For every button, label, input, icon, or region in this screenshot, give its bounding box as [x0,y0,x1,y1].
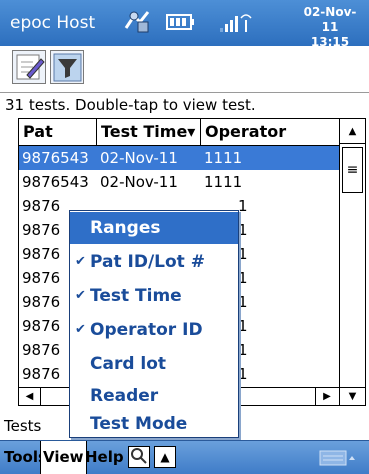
grid-header: Pat Test Time▾ Operator [19,119,339,146]
menu-item-label: Pat ID/Lot # [90,252,205,272]
cell-operator: 1111 [204,149,243,167]
cell-operator: 1 [238,293,248,311]
signal-icon[interactable] [218,12,254,38]
checkmark-icon: ✔ [75,254,86,269]
menu-view[interactable]: View [40,441,87,474]
menu-item-label: Reader [90,386,159,406]
menu-item-card-lot[interactable]: Card lot [70,347,238,381]
menu-item-test-mode[interactable]: Test Mode [70,407,238,441]
scroll-thumb[interactable]: ≡ [342,147,363,193]
cell-test-time: 02-Nov-11 [100,149,178,167]
cell-operator: 1 [238,317,248,335]
column-header-pat[interactable]: Pat [19,119,97,145]
scroll-left-icon[interactable]: ◀ [19,388,41,405]
cell-operator: 1 [238,341,248,359]
menu-item-label: Test Mode [90,414,188,434]
filter-button[interactable] [50,50,84,84]
menu-item-operator-id[interactable]: ✔ Operator ID [70,313,238,347]
menu-item-label: Operator ID [90,320,203,340]
hint-text: 31 tests. Double-tap to view test. [0,92,369,118]
cell-pat: 9876543 [22,149,89,167]
column-header-operator[interactable]: Operator [201,119,339,145]
clock-date: 02-Nov-11 [303,5,357,34]
battery-icon[interactable] [166,12,196,36]
scroll-right-icon[interactable]: ▶ [315,388,338,405]
menu-item-label: Test Time [90,286,182,306]
checkmark-icon: ✔ [75,322,86,337]
title-bar: epoc Host 02-Nov-11 13:15 [0,0,369,49]
table-row[interactable]: 9876543 02-Nov-11 1111 [19,146,339,170]
magnifier-icon[interactable] [128,446,150,468]
scroll-up-icon[interactable]: ▲ [340,119,365,144]
menu-item-label: Ranges [90,218,161,238]
cell-operator: 1 [238,365,248,383]
view-menu-popup: Ranges ✔ Pat ID/Lot # ✔ Test Time ✔ Oper… [69,210,239,438]
cell-operator: 1 [238,245,248,263]
vertical-scrollbar[interactable]: ▲ ≡ [339,119,365,387]
clock[interactable]: 02-Nov-11 13:15 [299,5,361,50]
cell-pat: 9876543 [22,173,89,191]
menu-item-pat-id-lot[interactable]: ✔ Pat ID/Lot # [70,245,238,279]
cell-operator: 1 [238,221,248,239]
scroll-corner: ▼ [339,387,365,405]
cell-operator: 1 [238,197,248,215]
edit-button[interactable] [12,50,46,84]
checkmark-icon: ✔ [75,288,86,303]
menu-item-test-time[interactable]: ✔ Test Time [70,279,238,313]
menu-item-label: Card lot [90,354,167,374]
cell-operator: 1 [238,269,248,287]
app-title[interactable]: epoc Host [10,13,95,33]
table-row[interactable]: 9876543 02-Nov-11 1111 [19,170,339,194]
menu-item-ranges[interactable]: Ranges [70,212,238,244]
cell-test-time: 02-Nov-11 [100,173,178,191]
column-header-test-time[interactable]: Test Time▾ [97,119,201,145]
toolbar [0,46,369,92]
keyboard-icon[interactable] [319,450,355,470]
menu-help[interactable]: Help [83,441,126,474]
arrow-up-icon[interactable]: ▲ [154,446,176,468]
cell-operator: 1111 [204,173,243,191]
sync-icon[interactable] [122,8,152,40]
menu-bar: Tools View Help ▲ [0,440,369,474]
